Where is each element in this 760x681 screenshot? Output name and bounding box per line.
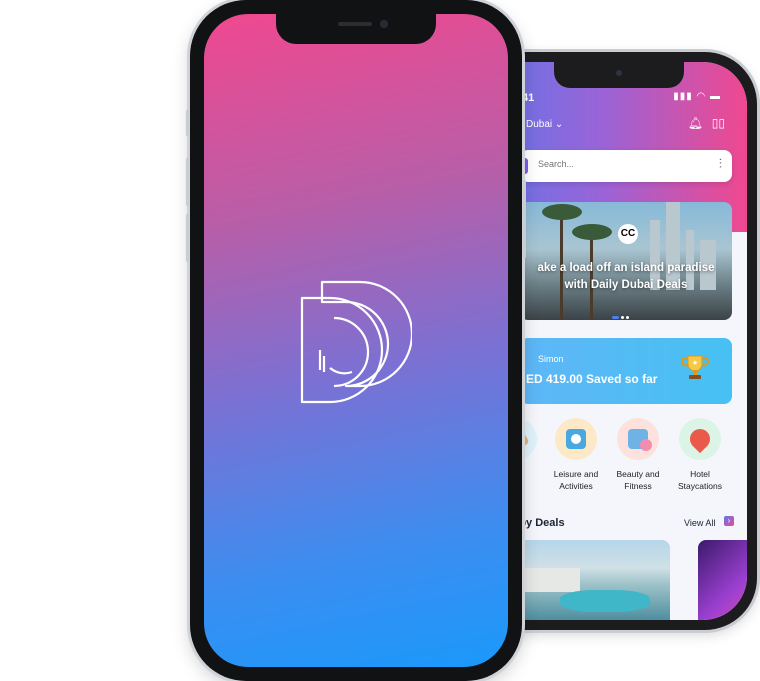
category-row: l and ink Leisure and Activities [495,418,747,498]
category-beauty-and-fitness[interactable]: Beauty and Fitness [608,418,668,492]
banner-line-2: with Daily Dubai Deals [564,279,688,291]
phone-notch [276,14,436,44]
promo-banner[interactable]: CC ake a load off an island paradise wit… [520,202,732,320]
volume-up-button [186,158,189,206]
user-name: Simon [538,354,564,364]
wifi-icon: ◠ [696,91,707,102]
chevron-right-icon[interactable]: › [724,516,734,526]
category-label: Leisure and Activities [546,468,606,492]
brand-logo: CC [618,224,638,244]
category-hotel-staycations[interactable]: Hotel Staycations [670,418,730,492]
category-leisure-and-activities[interactable]: Leisure and Activities [546,418,606,492]
status-icons: ▮▮▮ ◠ ▬ [673,91,721,102]
camera-icon [566,429,586,449]
savings-card[interactable]: Simon ED 419.00 Saved so far ★ [520,338,732,404]
carousel-dots[interactable] [612,306,631,320]
bell-icon[interactable]: 🔔︎ [688,116,703,130]
hotel-building [520,568,580,592]
power-button [523,180,526,258]
category-label-line: Activities [559,481,593,491]
pool-shape [560,590,650,612]
front-camera [380,20,388,28]
banner-headline: ake a load off an island paradise with D… [520,260,732,294]
front-phone-mockup [186,0,526,681]
map-pin-icon [685,424,715,454]
trophy-icon: ★ [681,355,709,379]
battery-icon: ▬ [710,91,721,102]
palm-leaves [542,204,582,220]
carousel-dot[interactable] [626,316,629,319]
banner-line-1: ake a load off an island paradise [537,262,715,274]
map-icon[interactable]: ▯▯ [712,116,725,130]
splash-screen [204,14,508,667]
carousel-dot[interactable] [621,316,624,319]
saved-amount: ED 419.00 Saved so far [526,372,658,386]
category-label-line: Hotel [690,469,710,479]
category-icon-circle [617,418,659,460]
search-input[interactable] [536,158,690,170]
deal-card-image[interactable] [698,540,747,620]
camera-dot [616,70,622,76]
volume-down-button [186,214,189,262]
phone-notch [554,62,684,88]
category-icon-circle [555,418,597,460]
dd-monogram-logo [300,280,412,404]
category-label-line: Beauty and [616,469,660,479]
view-all-link[interactable]: View All [684,518,715,528]
category-label: Hotel Staycations [670,468,730,492]
category-label-line: Staycations [678,481,722,491]
category-icon-circle [679,418,721,460]
category-label-line: Leisure and [553,469,599,479]
chevron-down-icon: ⌄ [554,119,564,130]
camera-lens [571,434,581,444]
location-selector[interactable]: Dubai ⌄ [526,119,563,130]
beauty-blob [640,439,652,451]
signal-icon: ▮▮▮ [673,91,693,102]
mute-switch [186,110,189,136]
category-label-line: Fitness [624,481,652,491]
deal-card-image[interactable] [520,540,670,620]
location-label: Dubai [526,119,553,130]
filter-icon[interactable]: ⫶ [719,156,722,172]
palm-leaves [572,224,612,240]
speaker-grille [338,22,372,26]
status-time: 41 [522,92,535,104]
category-label: Beauty and Fitness [608,468,668,492]
carousel-dot[interactable] [612,316,619,319]
checklist-icon [628,429,652,451]
search-bar[interactable]: ⫶ [520,150,732,182]
svg-text:★: ★ [692,359,698,367]
